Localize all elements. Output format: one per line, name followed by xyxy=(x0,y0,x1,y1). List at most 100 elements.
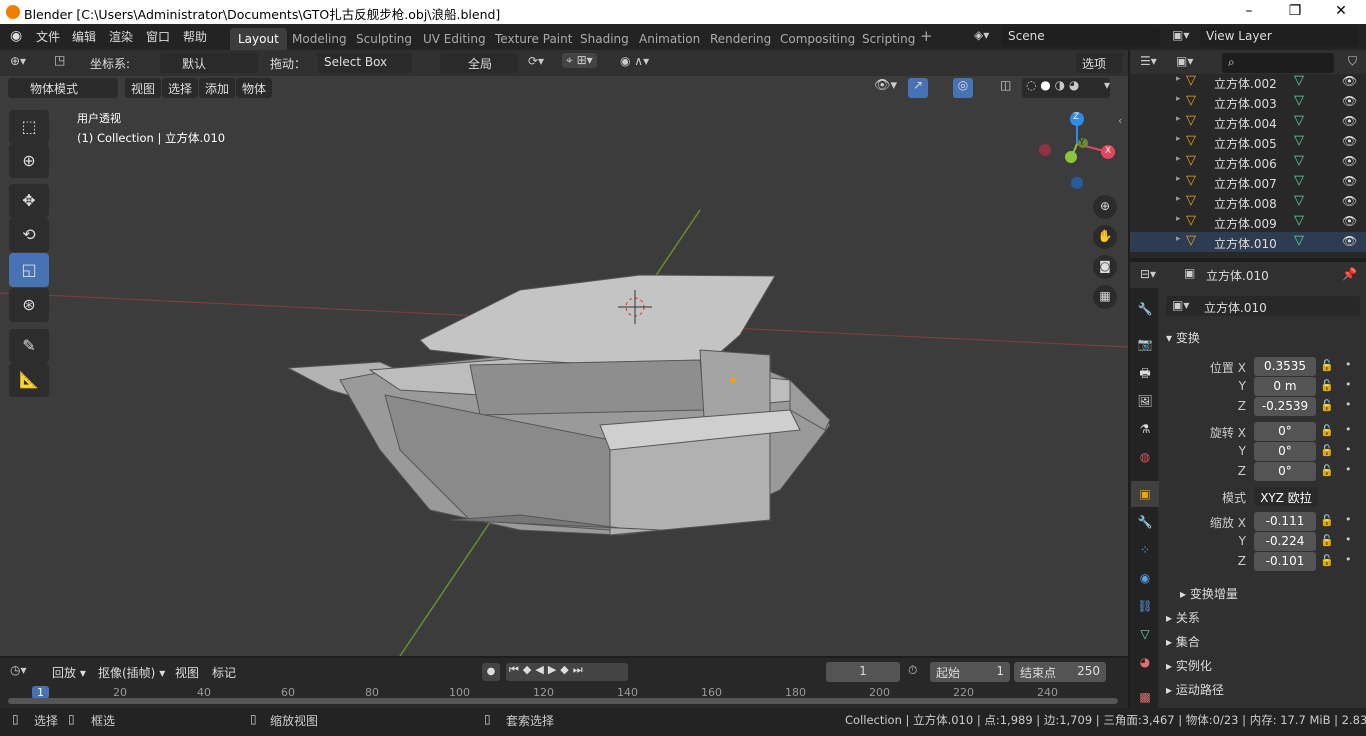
keyframe-dot-icon[interactable]: • xyxy=(1345,513,1352,526)
location-z-field[interactable]: -0.2539 xyxy=(1254,397,1316,416)
outliner-item[interactable]: ▸ ▽ 立方体.009 ▽ 👁 xyxy=(1130,212,1366,232)
rotation-y-field[interactable]: 0° xyxy=(1254,442,1316,461)
menu-add[interactable]: 添加 xyxy=(199,78,236,98)
expand-arrow-icon[interactable]: ▸ xyxy=(1176,154,1181,164)
timeline-scrollbar[interactable] xyxy=(8,698,1118,704)
record-icon[interactable]: ● xyxy=(482,663,500,681)
expand-arrow-icon[interactable]: ▸ xyxy=(1176,214,1181,224)
scale-z-field[interactable]: -0.101 xyxy=(1254,552,1316,571)
menu-edit[interactable]: 编辑 xyxy=(72,28,96,45)
current-frame-field[interactable]: 1 xyxy=(826,662,900,682)
stopwatch-icon[interactable]: ⏱ xyxy=(908,663,917,678)
menu-window[interactable]: 窗口 xyxy=(146,28,170,45)
minimize-button[interactable]: – xyxy=(1226,0,1272,24)
transform-pivot-icon[interactable]: ⊕▾ xyxy=(10,54,26,68)
measure-tool-button[interactable]: 📐 xyxy=(9,363,49,397)
playback-controls[interactable]: ⏮◆◀▶◆⏭ xyxy=(506,663,628,681)
rotate-tool-button[interactable]: ⟲ xyxy=(9,218,49,252)
outliner-item[interactable]: ▸ ▽ 立方体.006 ▽ 👁 xyxy=(1130,152,1366,172)
outliner-item[interactable]: ▸ ▽ 立方体.008 ▽ 👁 xyxy=(1130,192,1366,212)
relations-section-header[interactable]: ▸ 关系 xyxy=(1166,609,1200,626)
view-layer-tab-icon[interactable]: 🖼 xyxy=(1131,388,1159,414)
drag-dropdown[interactable]: Select Box xyxy=(318,53,412,73)
blender-menu-icon[interactable]: ◉ xyxy=(10,28,22,44)
orientation-dropdown[interactable]: 全局 xyxy=(440,53,518,73)
eye-icon[interactable]: 👁 xyxy=(1342,94,1357,108)
world-tab-icon[interactable]: ◍ xyxy=(1131,444,1159,470)
rotation-z-field[interactable]: 0° xyxy=(1254,462,1316,481)
view-layer-field[interactable]: View Layer xyxy=(1200,27,1358,47)
lock-icon[interactable]: 🔓 xyxy=(1320,554,1334,567)
tab-modeling[interactable]: Modeling xyxy=(284,28,355,50)
end-frame-field[interactable]: 结束点 250 xyxy=(1014,662,1106,682)
eye-icon[interactable]: 👁 xyxy=(1342,74,1357,88)
coord-dropdown[interactable]: 默认 xyxy=(160,53,258,73)
texture-tab-icon[interactable]: ▩ xyxy=(1131,684,1159,710)
expand-arrow-icon[interactable]: ▸ xyxy=(1176,234,1181,244)
close-window-button[interactable]: ✕ xyxy=(1318,0,1364,24)
keyframe-dot-icon[interactable]: • xyxy=(1345,358,1352,371)
location-x-field[interactable]: 0.3535 xyxy=(1254,357,1316,376)
add-workspace-icon[interactable]: + xyxy=(920,27,933,45)
sidebar-toggle-icon[interactable]: ‹ xyxy=(1118,114,1122,127)
timeline-view-menu[interactable]: 视图 xyxy=(175,664,199,681)
keyframe-dot-icon[interactable]: • xyxy=(1345,398,1352,411)
keyframe-dot-icon[interactable]: • xyxy=(1345,443,1352,456)
expand-arrow-icon[interactable]: ▸ xyxy=(1176,114,1181,124)
instancing-section-header[interactable]: ▸ 实例化 xyxy=(1166,657,1212,674)
editor-type-icon[interactable]: ⊟▾ xyxy=(1140,267,1156,281)
datablock-field[interactable]: ▣▾ 立方体.010 xyxy=(1166,296,1360,316)
eye-icon[interactable]: 👁 xyxy=(1342,214,1357,228)
outliner-item[interactable]: ▸ ▽ 立方体.010 ▽ 👁 xyxy=(1130,232,1366,252)
funnel-icon[interactable]: ⛉ xyxy=(1348,54,1357,69)
snap-icon[interactable]: ⌖ ⊞▾ xyxy=(562,53,597,68)
expand-arrow-icon[interactable]: ▸ xyxy=(1176,94,1181,104)
lock-icon[interactable]: 🔓 xyxy=(1320,444,1334,457)
menu-view[interactable]: 视图 xyxy=(125,78,162,98)
tab-rendering[interactable]: Rendering xyxy=(702,28,779,50)
particles-tab-icon[interactable]: ⁘ xyxy=(1131,537,1159,563)
eye-icon[interactable]: 👁 xyxy=(1342,114,1357,128)
scene-tab-icon[interactable]: ⚗ xyxy=(1131,416,1159,442)
lock-icon[interactable]: 🔓 xyxy=(1320,514,1334,527)
expand-arrow-icon[interactable]: ▸ xyxy=(1176,134,1181,144)
modifier-tab-icon[interactable]: 🔧 xyxy=(1131,509,1159,535)
material-tab-icon[interactable]: ◕ xyxy=(1131,649,1159,675)
menu-select[interactable]: 选择 xyxy=(162,78,199,98)
cursor-tool-button[interactable]: ⊕ xyxy=(9,144,49,178)
pivot-icon[interactable]: ⟳▾ xyxy=(528,54,544,68)
view-layer-icon[interactable]: ▣▾ xyxy=(1172,28,1189,42)
tab-animation[interactable]: Animation xyxy=(631,28,708,50)
object-tab-icon[interactable]: ▣ xyxy=(1131,481,1159,507)
tab-sculpting[interactable]: Sculpting xyxy=(348,28,420,50)
lock-icon[interactable]: 🔓 xyxy=(1320,534,1334,547)
keyframe-dot-icon[interactable]: • xyxy=(1345,423,1352,436)
scale-x-field[interactable]: -0.111 xyxy=(1254,512,1316,531)
lock-icon[interactable]: 🔓 xyxy=(1320,399,1334,412)
tab-scripting[interactable]: Scripting xyxy=(854,28,923,50)
render-tab-icon[interactable]: 📷 xyxy=(1131,331,1159,357)
expand-arrow-icon[interactable]: ▸ xyxy=(1176,74,1181,84)
scale-tool-button[interactable]: ◱ xyxy=(9,253,49,287)
mode-dropdown[interactable]: 物体模式 xyxy=(8,78,118,98)
expand-arrow-icon[interactable]: ▸ xyxy=(1176,174,1181,184)
gizmo-toggle-icon[interactable]: ↗ xyxy=(908,78,928,98)
eye-icon[interactable]: 👁 xyxy=(1342,194,1357,208)
overlay-toggle-icon[interactable]: ◎ xyxy=(953,78,973,98)
timeline-editor-icon[interactable]: ◷▾ xyxy=(10,663,27,677)
lock-icon[interactable]: 🔓 xyxy=(1320,359,1334,372)
annotate-tool-button[interactable]: ✎ xyxy=(9,329,49,363)
select-tool-button[interactable]: ⬚ xyxy=(9,110,49,144)
timeline-marker-menu[interactable]: 标记 xyxy=(212,664,236,681)
pan-hand-icon[interactable]: ✋ xyxy=(1093,225,1117,249)
tab-layout[interactable]: Layout xyxy=(230,28,287,50)
data-tab-icon[interactable]: ▽ xyxy=(1131,621,1159,647)
menu-render[interactable]: 渲染 xyxy=(109,28,133,45)
collections-section-header[interactable]: ▸ 集合 xyxy=(1166,633,1200,650)
keyframe-dot-icon[interactable]: • xyxy=(1345,463,1352,476)
xray-icon[interactable]: ◫ xyxy=(1000,78,1011,92)
outliner-item[interactable]: ▸ ▽ 立方体.004 ▽ 👁 xyxy=(1130,112,1366,132)
outliner-filter-icon[interactable]: ▣▾ xyxy=(1176,54,1193,68)
outliner-display-icon[interactable]: ☰▾ xyxy=(1140,54,1157,68)
tool-tab-icon[interactable]: 🔧 xyxy=(1131,296,1159,322)
